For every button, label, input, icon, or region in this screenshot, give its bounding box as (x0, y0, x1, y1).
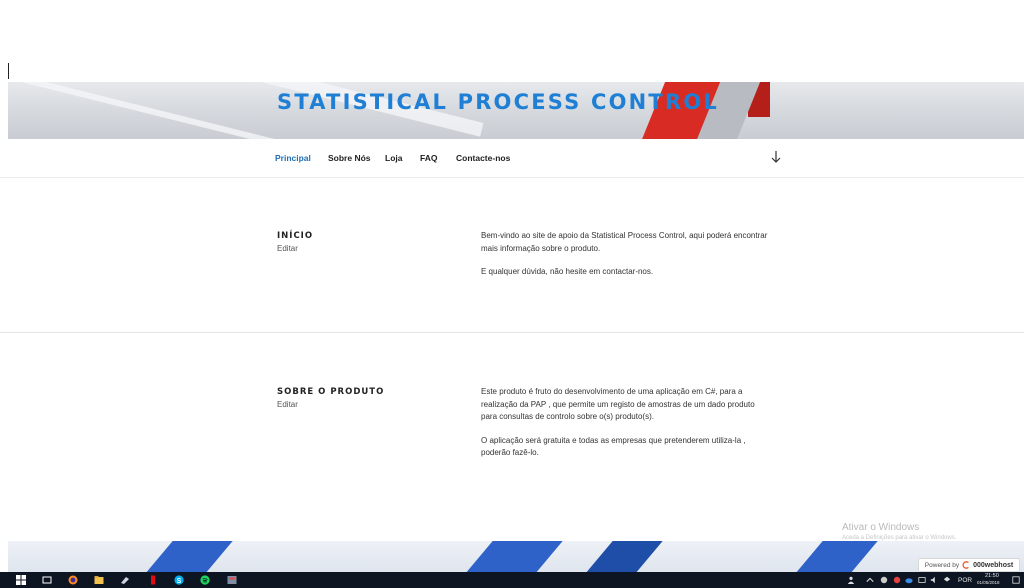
nav-item-faq[interactable]: FAQ (420, 153, 437, 163)
nav-item-principal[interactable]: Principal (275, 153, 311, 163)
footer-blue-shape (459, 541, 567, 572)
arrow-down-icon[interactable] (770, 150, 782, 164)
paragraph: Bem-vindo ao site de apoio da Statistica… (481, 231, 768, 253)
section-divider (0, 332, 1024, 333)
app-icon[interactable] (227, 575, 237, 585)
footer-blue-shape (139, 541, 237, 572)
webhost-logo-icon (962, 561, 969, 569)
clock-time[interactable]: 21:50 (985, 573, 999, 579)
text-cursor (8, 63, 9, 79)
paragraph: O aplicação será gratuita e todas as emp… (481, 435, 746, 458)
nav-item-contacte-nos[interactable]: Contacte-nos (456, 153, 510, 163)
cloud-icon[interactable] (905, 576, 913, 584)
activation-watermark-subtitle: Aceda a Definições para ativar o Windows… (842, 535, 957, 541)
activation-watermark-title: Ativar o Windows (842, 522, 920, 533)
header-banner: STATISTICAL PROCESS CONTROL (8, 82, 1024, 139)
file-explorer-icon[interactable] (94, 575, 104, 585)
netflix-icon[interactable] (148, 575, 158, 585)
paragraph: E qualquer dúvida, não hesite em contact… (481, 267, 654, 276)
skype-icon[interactable]: S (174, 575, 184, 585)
footer-blue-shape (579, 541, 667, 572)
tray-app-icon[interactable] (880, 576, 888, 584)
footer-blue-shape (789, 541, 882, 572)
chevron-up-icon[interactable] (866, 576, 874, 584)
section-title: INÍCIO (277, 231, 314, 241)
section-body: Bem-vindo ao site de apoio da Statistica… (481, 230, 771, 290)
footer-banner (8, 541, 1024, 572)
volume-icon[interactable] (930, 576, 938, 584)
edit-link[interactable]: Editar (277, 400, 298, 409)
section-title: SOBRE O PRODUTO (277, 387, 385, 397)
antivirus-icon[interactable] (893, 576, 901, 584)
paint-icon[interactable] (120, 575, 130, 585)
clock-date[interactable]: 01/05/2018 (977, 580, 1000, 585)
task-view-icon[interactable] (42, 575, 52, 585)
edit-link[interactable]: Editar (277, 244, 298, 253)
dropbox-icon[interactable] (943, 576, 951, 584)
windows-taskbar: S POR 21:50 01/05/2018 (0, 572, 1024, 588)
main-navigation: Principal Sobre Nós Loja FAQ Contacte-no… (0, 139, 1024, 178)
language-indicator[interactable]: POR (958, 577, 972, 584)
people-icon[interactable] (847, 576, 855, 584)
powered-by-label: Powered by (924, 561, 960, 569)
powered-by-brand: 000webhost (973, 561, 1014, 569)
spotify-icon[interactable] (200, 575, 210, 585)
notifications-icon[interactable] (1012, 576, 1020, 584)
windows-start-icon[interactable] (16, 575, 26, 585)
network-icon[interactable] (918, 576, 926, 584)
firefox-icon[interactable] (68, 575, 78, 585)
section-body: Este produto é fruto do desenvolvimento … (481, 386, 771, 471)
site-title[interactable]: STATISTICAL PROCESS CONTROL (277, 90, 719, 114)
powered-by-badge[interactable]: Powered by 000webhost (918, 558, 1020, 572)
paragraph: Este produto é fruto do desenvolvimento … (481, 387, 755, 421)
nav-item-sobre-nos[interactable]: Sobre Nós (328, 153, 371, 163)
nav-item-loja[interactable]: Loja (385, 153, 402, 163)
svg-text:S: S (177, 578, 182, 585)
